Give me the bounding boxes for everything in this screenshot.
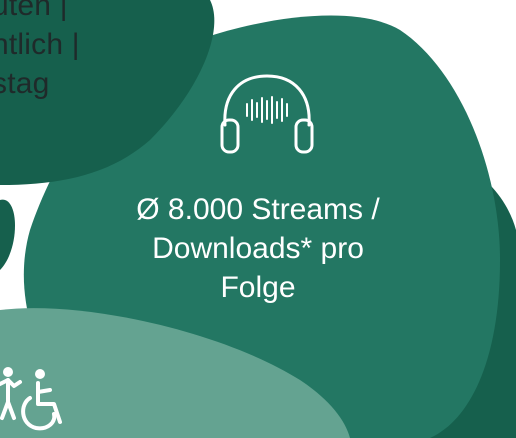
stat-line: Ø 8.000 Streams / — [136, 193, 380, 226]
info-line: stag — [0, 67, 50, 100]
left-sliver — [0, 199, 15, 270]
info-line: ntlich | — [0, 28, 80, 61]
info-line: uten | — [0, 0, 68, 22]
stat-line: Folge — [220, 271, 296, 304]
infographic-scene: uten | ntlich | stag Ø 8.000 Streams / D… — [0, 0, 516, 438]
stat-line: Downloads* pro — [152, 232, 364, 265]
headphones-icon — [220, 74, 314, 154]
info-bubble-text: uten | ntlich | stag — [0, 0, 80, 103]
accessibility-icon — [0, 367, 62, 431]
stream-stat: Ø 8.000 Streams / Downloads* pro Folge — [58, 190, 458, 307]
